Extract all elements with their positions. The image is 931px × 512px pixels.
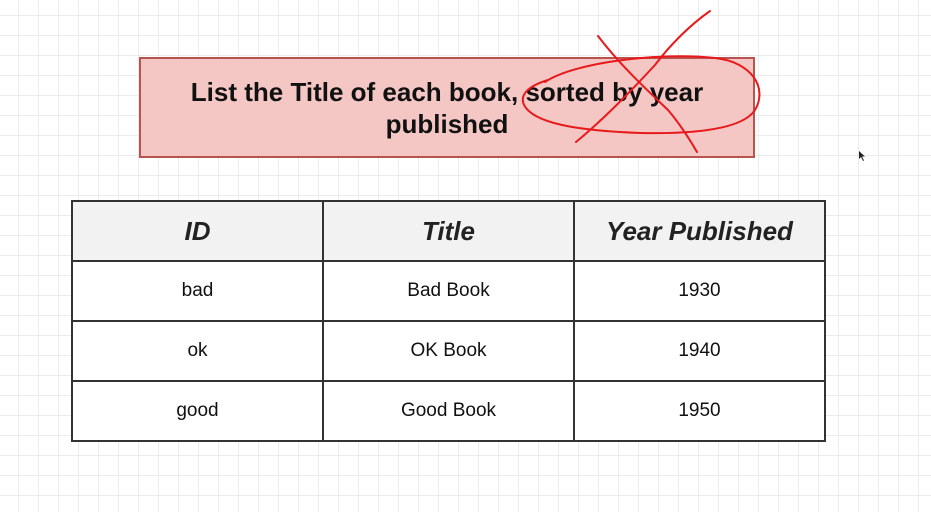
column-header-id: ID	[71, 200, 324, 262]
table-row: ok OK Book 1940	[71, 320, 826, 382]
diagram-canvas: List the Title of each book, sorted by y…	[0, 0, 931, 512]
table-cell-year: 1950	[573, 380, 826, 442]
table-cell-id: ok	[71, 320, 324, 382]
column-header-title: Title	[322, 200, 575, 262]
table-cell-year: 1930	[573, 260, 826, 322]
table-cell-title: Good Book	[322, 380, 575, 442]
question-text: List the Title of each book, sorted by y…	[190, 76, 704, 139]
table-cell-title: OK Book	[322, 320, 575, 382]
books-table: ID Title Year Published bad Bad Book 193…	[71, 200, 826, 442]
table-cell-title: Bad Book	[322, 260, 575, 322]
table-cell-id: bad	[71, 260, 324, 322]
column-header-year-published: Year Published	[573, 200, 826, 262]
question-box: List the Title of each book, sorted by y…	[139, 57, 755, 158]
mouse-cursor-icon	[859, 151, 865, 161]
table-header-row: ID Title Year Published	[71, 200, 826, 262]
table-row: bad Bad Book 1930	[71, 260, 826, 322]
table-cell-id: good	[71, 380, 324, 442]
table-row: good Good Book 1950	[71, 380, 826, 442]
table-cell-year: 1940	[573, 320, 826, 382]
